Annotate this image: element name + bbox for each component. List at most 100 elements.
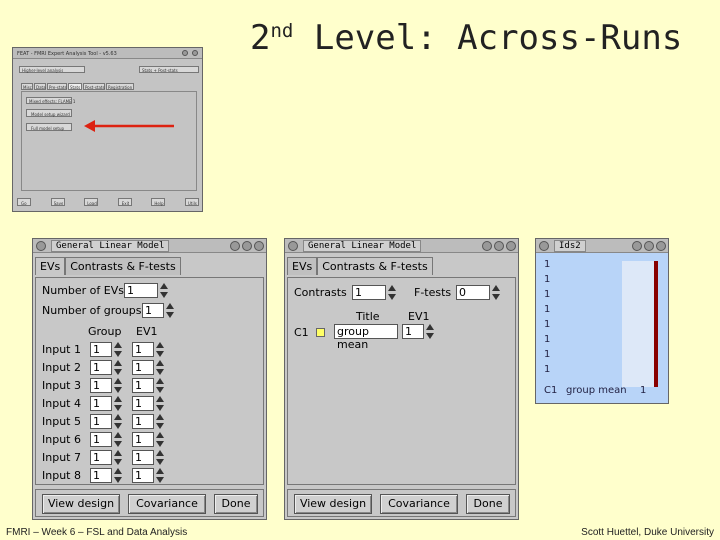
utils-button[interactable]: Utils: [184, 198, 199, 206]
design-titlebar: Ids2: [536, 239, 668, 253]
input-group-stepper[interactable]: 1: [90, 378, 122, 393]
group-column-header: Group: [88, 325, 122, 338]
save-button[interactable]: Save: [50, 198, 65, 206]
input-label: Input 5: [42, 415, 81, 428]
menu-icon[interactable]: [539, 241, 549, 251]
help-button[interactable]: Help: [151, 198, 166, 206]
menu-icon[interactable]: [288, 241, 298, 251]
tab-contrasts[interactable]: Contrasts & F-tests: [65, 257, 181, 275]
close-icon[interactable]: [506, 241, 516, 251]
footer-right: Scott Huettel, Duke University: [581, 527, 714, 538]
ftests-label: F-tests: [414, 286, 452, 299]
design-matrix-window: Ids2 1 1 1 1 1 1 1 1 C1 group mean 1: [535, 238, 669, 404]
tab-misc[interactable]: Misc: [21, 83, 33, 90]
model-setup-wizard-button[interactable]: Model setup wizard: [26, 109, 72, 117]
feat-titlebar: FEAT - FMRI Expert Analysis Tool - v5.63: [13, 48, 202, 59]
input-ev1-stepper[interactable]: 1: [132, 432, 164, 447]
full-model-setup-button[interactable]: Full model setup: [26, 123, 72, 131]
pointer-arrow-icon: [84, 120, 174, 132]
stats-panel: [21, 91, 197, 191]
tab-pre-stats[interactable]: Pre-stats: [47, 83, 67, 90]
maximize-icon[interactable]: [494, 241, 504, 251]
view-design-button[interactable]: View design: [294, 494, 372, 514]
input-ev1-stepper[interactable]: 1: [132, 468, 164, 483]
done-button[interactable]: Done: [466, 494, 510, 514]
feat-tabs: Misc Data Pre-stats Stats Post-stats Reg…: [21, 83, 134, 90]
tab-stats[interactable]: Stats: [68, 83, 82, 90]
glm-evs-window: General Linear Model EVs Contrasts & F-t…: [32, 238, 267, 520]
design-contrast-name: group mean: [566, 385, 627, 396]
input-group-stepper[interactable]: 1: [90, 360, 122, 375]
covariance-button[interactable]: Covariance: [128, 494, 206, 514]
design-contrast-label: C1: [544, 385, 558, 396]
input-group-stepper[interactable]: 1: [90, 432, 122, 447]
design-row-value: 1: [544, 259, 551, 270]
go-button[interactable]: Go: [17, 198, 31, 206]
input-group-stepper[interactable]: 1: [90, 414, 122, 429]
num-evs-stepper[interactable]: 1: [124, 283, 168, 298]
design-contrast-value: 1: [640, 385, 647, 396]
minimize-icon[interactable]: [482, 241, 492, 251]
design-row-value: 1: [544, 349, 551, 360]
minimize-icon[interactable]: [632, 241, 642, 251]
analysis-level-select[interactable]: Higher-level analysis: [19, 66, 85, 73]
contrasts-stepper[interactable]: 1: [352, 285, 396, 300]
input-group-stepper[interactable]: 1: [90, 468, 122, 483]
feat-bottom-buttons: Go Save Load Exit Help Utils: [17, 198, 199, 206]
design-row-value: 1: [544, 334, 551, 345]
input-ev1-stepper[interactable]: 1: [132, 396, 164, 411]
input-group-stepper[interactable]: 1: [90, 342, 122, 357]
input-ev1-stepper[interactable]: 1: [132, 360, 164, 375]
title-column-header: Title: [356, 310, 380, 323]
done-button[interactable]: Done: [214, 494, 258, 514]
input-ev1-stepper[interactable]: 1: [132, 378, 164, 393]
ev1-column-header: EV1: [408, 310, 430, 323]
input-label: Input 1: [42, 343, 81, 356]
glm-evs-tabs: EVs Contrasts & F-tests: [35, 257, 264, 275]
close-icon[interactable]: [254, 241, 264, 251]
analysis-type-select[interactable]: Stats + Post-stats: [139, 66, 199, 73]
contrasts-panel: Contrasts 1 F-tests 0 Title EV1 C1 group…: [287, 277, 516, 485]
input-group-stepper[interactable]: 1: [90, 450, 122, 465]
input-ev1-stepper[interactable]: 1: [132, 342, 164, 357]
tab-post-stats[interactable]: Post-stats: [83, 83, 105, 90]
design-matrix: [622, 261, 658, 387]
tab-data[interactable]: Data: [34, 83, 46, 90]
input-label: Input 2: [42, 361, 81, 374]
input-label: Input 7: [42, 451, 81, 464]
minimize-icon[interactable]: [230, 241, 240, 251]
input-ev1-stepper[interactable]: 1: [132, 450, 164, 465]
load-button[interactable]: Load: [84, 198, 99, 206]
covariance-button[interactable]: Covariance: [380, 494, 458, 514]
close-icon[interactable]: [656, 241, 666, 251]
view-design-button[interactable]: View design: [42, 494, 120, 514]
tab-evs[interactable]: EVs: [287, 257, 318, 275]
exit-button[interactable]: Exit: [117, 198, 132, 206]
design-row-value: 1: [544, 289, 551, 300]
minimize-icon[interactable]: [182, 50, 188, 56]
glm-evs-titlebar: General Linear Model: [33, 239, 266, 253]
c1-title-input[interactable]: group mean: [334, 324, 398, 351]
close-icon[interactable]: [192, 50, 198, 56]
contrasts-button-bar: View design Covariance Done: [287, 489, 516, 517]
tab-contrasts[interactable]: Contrasts & F-tests: [317, 257, 433, 275]
maximize-icon[interactable]: [242, 241, 252, 251]
contrasts-label: Contrasts: [294, 286, 347, 299]
evs-panel: Number of EVs 1 Number of groups 1 Group…: [35, 277, 264, 485]
c1-checkbox[interactable]: [316, 328, 325, 337]
menu-icon[interactable]: [36, 241, 46, 251]
input-group-stepper[interactable]: 1: [90, 396, 122, 411]
design-row-value: 1: [544, 304, 551, 315]
design-matrix-column: [654, 261, 658, 387]
design-row-value: 1: [544, 274, 551, 285]
glm-contrasts-titlebar: General Linear Model: [285, 239, 518, 253]
input-ev1-stepper[interactable]: 1: [132, 414, 164, 429]
c1-ev1-stepper[interactable]: 1: [402, 324, 434, 339]
tab-registration[interactable]: Registration: [106, 83, 134, 90]
tab-evs[interactable]: EVs: [35, 257, 66, 275]
maximize-icon[interactable]: [644, 241, 654, 251]
mixed-effects-select[interactable]: Mixed effects: FLAME 1: [26, 97, 75, 104]
num-groups-stepper[interactable]: 1: [142, 303, 174, 318]
ftests-stepper[interactable]: 0: [456, 285, 500, 300]
feat-title: FEAT - FMRI Expert Analysis Tool - v5.63: [17, 51, 117, 57]
